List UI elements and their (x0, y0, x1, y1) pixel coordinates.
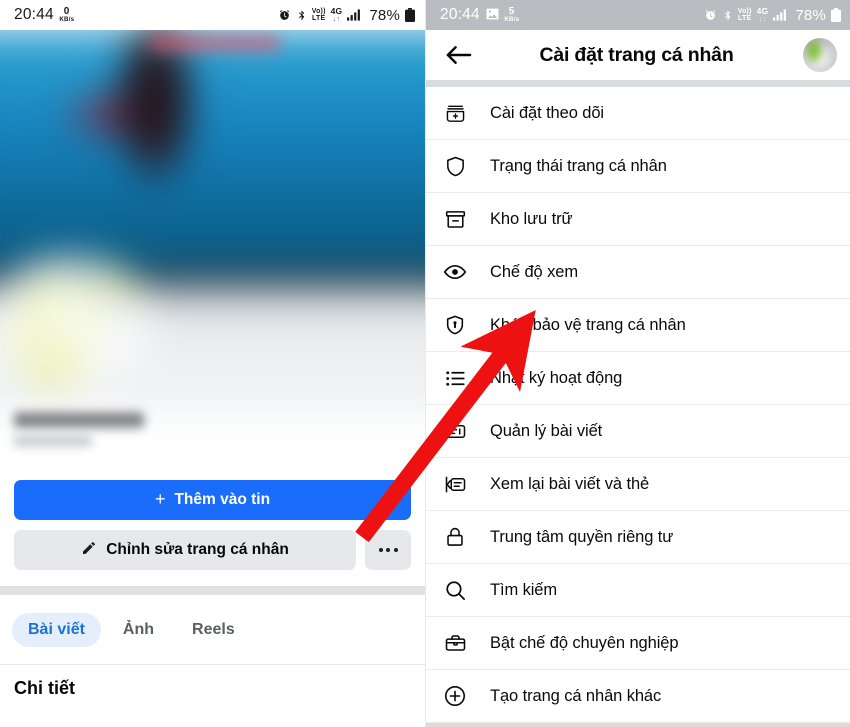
network-type-icon: 4G ↓↑ (330, 6, 343, 23)
profile-cover-area (0, 30, 425, 480)
battery-percent: 78% (369, 6, 400, 24)
follow-settings-icon (442, 100, 468, 126)
padlock-icon (442, 524, 468, 550)
profile-tabs: Bài viết Ảnh Reels (0, 595, 425, 665)
profile-subtitle-blurred (14, 436, 92, 446)
network-speed: 5 KB/s (504, 6, 520, 24)
menu-item-review-posts[interactable]: Xem lại bài viết và thẻ (426, 458, 850, 511)
detail-section-heading: Chi tiết (14, 678, 75, 698)
status-time: 20:44 (440, 6, 480, 23)
tab-reels[interactable]: Reels (176, 613, 251, 647)
menu-item-label: Xem lại bài viết và thẻ (490, 474, 650, 493)
settings-header: Cài đặt trang cá nhân (426, 30, 850, 80)
menu-item-label: Bật chế độ chuyên nghiệp (490, 633, 679, 652)
menu-item-label: Quản lý bài viết (490, 421, 603, 440)
eye-icon (442, 259, 468, 285)
status-icons-group: Vo)) LTE 4G ↓↑ 78% (278, 7, 415, 24)
add-to-story-label: Thêm vào tin (174, 491, 271, 508)
header-divider (426, 80, 850, 87)
status-bar-right: 20:44 5 KB/s Vo)) LTE 4G ↓↑ 78% (426, 0, 850, 30)
menu-item-privacy-center[interactable]: Trung tâm quyền riêng tư (426, 511, 850, 564)
briefcase-icon (442, 630, 468, 656)
menu-item-create-profile[interactable]: Tạo trang cá nhân khác (426, 670, 850, 723)
battery-percent: 78% (795, 6, 826, 24)
shield-icon (442, 153, 468, 179)
secondary-action-row: Chỉnh sửa trang cá nhân (14, 530, 411, 570)
menu-item-label: Trung tâm quyền riêng tư (490, 527, 674, 546)
activity-log-icon (442, 365, 468, 391)
ellipsis-icon (378, 548, 398, 552)
menu-item-label: Tìm kiếm (490, 580, 558, 599)
menu-item-search[interactable]: Tìm kiếm (426, 564, 850, 617)
menu-item-follow-settings[interactable]: Cài đặt theo dõi (426, 87, 850, 140)
edit-profile-label: Chỉnh sửa trang cá nhân (106, 541, 289, 558)
volte-icon: Vo)) LTE (737, 7, 752, 22)
image-icon (486, 7, 499, 24)
manage-posts-icon (442, 418, 468, 444)
menu-item-label: Cài đặt theo dõi (490, 103, 604, 122)
archive-icon (442, 206, 468, 232)
alarm-icon (704, 9, 717, 22)
status-time: 20:44 (14, 6, 54, 23)
avatar[interactable] (803, 38, 837, 72)
profile-name-blurred (14, 412, 144, 428)
signal-bars-icon (347, 9, 362, 21)
network-speed-unit: KB/s (504, 15, 520, 23)
search-icon (442, 577, 468, 603)
profile-actions: + Thêm vào tin Chỉnh sửa trang cá nhân (0, 480, 425, 570)
menu-item-label: Nhật ký hoạt động (490, 368, 623, 387)
plus-circle-icon (442, 683, 468, 709)
menu-item-label: Chế độ xem (490, 262, 578, 281)
menu-item-profile-lock[interactable]: Khóa bảo vệ trang cá nhân (426, 299, 850, 352)
cover-fade (0, 390, 425, 480)
status-bar-left: 20:44 0 KB/s Vo)) LTE 4G ↓↑ 78% (0, 0, 425, 30)
bottom-divider (426, 723, 850, 727)
more-options-button[interactable] (365, 530, 411, 570)
tab-bai-viet[interactable]: Bài viết (12, 612, 101, 647)
menu-item-label: Tạo trang cá nhân khác (490, 686, 662, 705)
volte-icon: Vo)) LTE (311, 7, 326, 22)
plus-icon: + (154, 489, 166, 509)
menu-item-profile-status[interactable]: Trạng thái trang cá nhân (426, 140, 850, 193)
cover-banner-text-blurred (150, 36, 280, 50)
menu-item-manage-posts[interactable]: Quản lý bài viết (426, 405, 850, 458)
menu-item-activity-log[interactable]: Nhật ký hoạt động (426, 352, 850, 405)
menu-item-label: Kho lưu trữ (490, 209, 573, 228)
battery-icon (831, 8, 841, 22)
edit-profile-button[interactable]: Chỉnh sửa trang cá nhân (14, 530, 356, 570)
network-speed-unit: KB/s (59, 15, 75, 23)
status-icons-group: Vo)) LTE 4G ↓↑ 78% (704, 7, 841, 24)
right-phone-panel: 20:44 5 KB/s Vo)) LTE 4G ↓↑ 78% Cài đặt … (425, 0, 850, 727)
page-title: Cài đặt trang cá nhân (539, 43, 734, 66)
menu-item-archive[interactable]: Kho lưu trữ (426, 193, 850, 246)
bluetooth-icon (296, 9, 307, 22)
network-speed: 0 KB/s (59, 6, 75, 24)
signal-bars-icon (773, 9, 788, 21)
settings-menu-list: Cài đặt theo dõi Trạng thái trang cá nhâ… (426, 87, 850, 723)
left-phone-panel: 20:44 0 KB/s Vo)) LTE 4G ↓↑ 78% + Thêm v… (0, 0, 425, 727)
review-posts-icon (442, 471, 468, 497)
add-to-story-button[interactable]: + Thêm vào tin (14, 480, 411, 520)
bluetooth-icon (722, 9, 733, 22)
tab-anh[interactable]: Ảnh (107, 613, 170, 647)
shield-lock-icon (442, 312, 468, 338)
menu-item-professional-mode[interactable]: Bật chế độ chuyên nghiệp (426, 617, 850, 670)
network-type-icon: 4G ↓↑ (756, 6, 769, 23)
alarm-icon (278, 9, 291, 22)
pencil-icon (81, 540, 97, 561)
battery-icon (405, 8, 415, 22)
menu-item-label: Trạng thái trang cá nhân (490, 156, 667, 175)
section-divider (0, 586, 425, 595)
menu-item-label: Khóa bảo vệ trang cá nhân (490, 315, 686, 334)
menu-item-view-mode[interactable]: Chế độ xem (426, 246, 850, 299)
screenshot-root: 20:44 0 KB/s Vo)) LTE 4G ↓↑ 78% + Thêm v… (0, 0, 850, 727)
